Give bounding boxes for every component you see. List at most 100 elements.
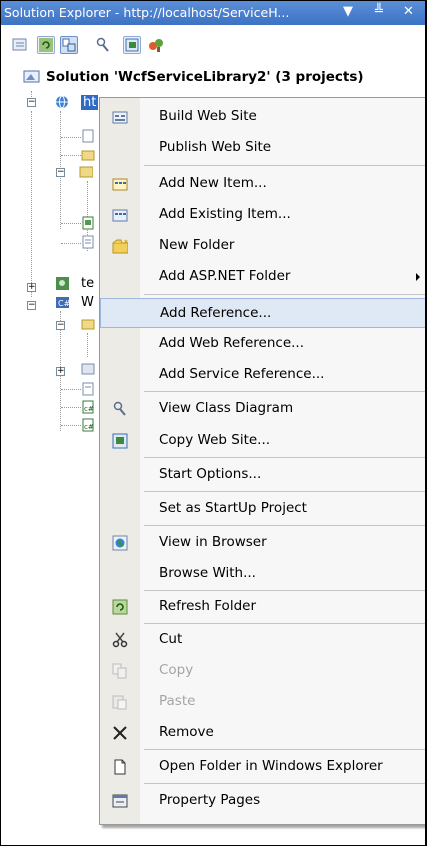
copy-web-site-icon [125,38,139,52]
folder-icon [81,150,95,161]
copy-web-site-icon [112,433,128,449]
auto-hide-pin-icon[interactable]: ╩ [375,4,383,19]
menu-item-label: Open Folder in Windows Explorer [159,758,383,774]
menu-item-label: View Class Diagram [159,400,294,416]
menu-item-build-web-site[interactable]: Build Web Site [100,102,425,132]
web-project-node[interactable]: ht [81,95,99,110]
expand-toggle[interactable]: + [56,367,65,376]
menu-separator [144,165,425,166]
test-project-node[interactable]: te [81,276,94,291]
file-icon [82,129,94,143]
menu-item-new-folder[interactable]: ✶ New Folder [100,231,425,261]
wcf-project-node[interactable]: W [81,295,94,310]
refresh-button[interactable] [37,36,55,54]
menu-item-copy-web-site[interactable]: Copy Web Site... [100,426,425,456]
config-file-icon [82,382,94,396]
remove-icon [113,726,127,740]
svg-text:✶: ✶ [123,238,128,246]
tree-line [31,111,32,297]
view-class-diagram-icon [96,37,109,52]
open-folder-icon [114,759,126,775]
menu-item-remove[interactable]: Remove [100,718,425,748]
menu-item-label: Add ASP.NET Folder [159,268,291,284]
view-class-diagram-button[interactable] [94,36,112,54]
copy-web-site-button[interactable] [123,36,141,54]
build-icon [112,111,128,124]
svg-text:c#: c# [84,423,94,431]
menu-item-view-class-diagram[interactable]: View Class Diagram [100,394,425,424]
paste-icon [112,695,127,710]
references-icon [81,363,95,375]
solution-icon [23,70,40,83]
solution-explorer-window: Solution Explorer - http://localhost/Ser… [0,0,427,846]
svg-text:C#: C# [58,299,69,308]
menu-item-label: Add Existing Item... [159,206,291,222]
menu-item-cut[interactable]: Cut [100,625,425,655]
menu-item-label: Add New Item... [159,175,267,191]
tree-line [87,333,88,357]
menu-item-add-reference[interactable]: Add Reference... [100,298,425,328]
menu-item-add-existing-item[interactable]: Add Existing Item... [100,200,425,230]
menu-separator [144,491,425,492]
window-position-dropdown-icon[interactable]: ▼ [343,4,353,19]
menu-item-browse-with[interactable]: Browse With... [100,559,425,589]
menu-item-view-in-browser[interactable]: View in Browser [100,528,425,558]
title-bar[interactable]: Solution Explorer - http://localhost/Ser… [1,1,425,25]
collapse-toggle[interactable]: − [56,321,65,330]
menu-item-copy[interactable]: Copy [100,656,425,686]
menu-item-label: Property Pages [159,792,261,808]
tree-line [61,243,81,244]
menu-separator [144,457,425,458]
menu-item-label: Paste [159,693,196,709]
add-existing-item-icon [112,209,128,222]
menu-item-add-asp-net-folder[interactable]: Add ASP.NET Folder [100,262,425,292]
toolbar [1,25,425,65]
nest-related-files-icon [62,38,76,52]
asp-net-configuration-button[interactable] [147,36,165,54]
properties-icon [12,38,27,51]
menu-item-label: Add Web Reference... [159,335,305,351]
menu-separator [144,783,425,784]
config-file-icon [82,216,94,230]
solution-node[interactable]: Solution 'WcfServiceLibrary2' (3 project… [23,69,364,85]
tree-line [61,137,81,138]
menu-item-set-as-startup-project[interactable]: Set as StartUp Project [100,494,425,524]
menu-item-start-options[interactable]: Start Options... [100,460,425,490]
menu-item-label: Copy [159,662,194,678]
collapse-toggle[interactable]: − [27,98,36,107]
menu-item-publish-web-site[interactable]: Publish Web Site [100,133,425,163]
menu-separator [144,391,425,392]
menu-item-property-pages[interactable]: Property Pages [100,786,425,816]
tree-line [61,407,81,408]
menu-item-add-new-item[interactable]: Add New Item... [100,169,425,199]
menu-item-label: Add Service Reference... [159,366,325,382]
property-pages-icon [112,794,128,808]
tree-line [61,223,81,224]
expand-toggle[interactable]: + [27,283,36,292]
copy-icon [112,663,127,679]
tree-line [61,389,81,390]
cut-icon [112,632,128,648]
nest-related-files-button[interactable] [60,36,78,54]
collapse-toggle[interactable]: − [56,168,65,177]
menu-item-label: Publish Web Site [159,139,272,155]
csharp-file-icon: c# [82,400,94,414]
menu-item-open-folder-in-windows-explorer[interactable]: Open Folder in Windows Explorer [100,752,425,782]
menu-item-refresh-folder[interactable]: Refresh Folder [100,592,425,622]
refresh-icon [39,38,53,52]
menu-item-label: Copy Web Site... [159,432,271,448]
menu-item-add-web-reference[interactable]: Add Web Reference... [100,329,425,359]
properties-button[interactable] [11,36,29,54]
menu-item-paste[interactable]: Paste [100,687,425,717]
menu-item-label: Set as StartUp Project [159,500,307,516]
menu-item-label: Remove [159,724,214,740]
close-icon[interactable]: ✕ [403,4,414,19]
svg-text:c#: c# [84,405,94,413]
collapse-toggle[interactable]: − [27,301,36,310]
menu-item-label: Refresh Folder [159,598,256,614]
menu-item-add-service-reference[interactable]: Add Service Reference... [100,360,425,390]
menu-item-label: Build Web Site [159,108,257,124]
menu-separator [144,294,425,295]
folder-icon [81,319,95,330]
file-icon [82,235,94,249]
